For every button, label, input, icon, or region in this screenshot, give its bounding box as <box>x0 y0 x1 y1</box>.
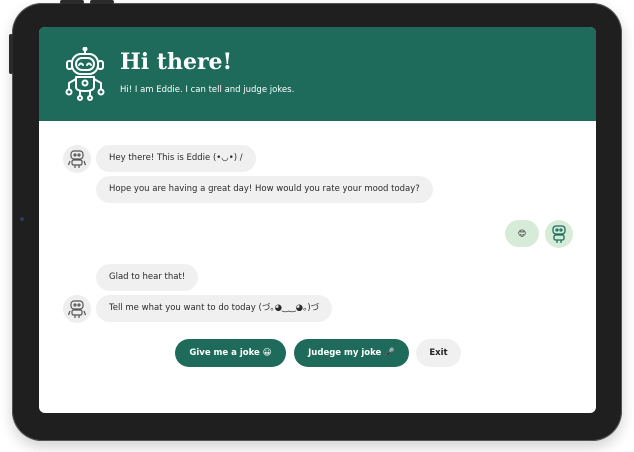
robot-icon <box>68 150 86 168</box>
page-subtitle: Hi! I am Eddie. I can tell and judge jok… <box>120 85 295 95</box>
exit-button[interactable]: Exit <box>416 339 461 367</box>
robot-icon <box>65 47 105 101</box>
user-avatar <box>545 220 573 248</box>
bot-avatar <box>63 295 91 323</box>
bot-avatar <box>63 145 91 173</box>
robot-icon <box>68 300 86 318</box>
chat-screen: Hi there! Hi! I am Eddie. I can tell and… <box>39 27 596 413</box>
chat-header: Hi there! Hi! I am Eddie. I can tell and… <box>39 27 596 121</box>
tablet-camera <box>20 217 24 221</box>
user-message: 😊 <box>505 220 539 247</box>
bot-message: Tell me what you want to do today (づ｡◕‿‿… <box>96 295 333 322</box>
give-joke-button[interactable]: Give me a joke 😀 <box>175 339 286 367</box>
tablet-top-button <box>60 0 84 4</box>
tablet-top-button <box>90 0 114 4</box>
page-title: Hi there! <box>120 49 233 75</box>
judge-joke-button[interactable]: Judege my joke 🎤 <box>294 339 409 367</box>
bot-message: Hey there! This is Eddie (•◡•) / <box>96 145 256 172</box>
tablet-side-button <box>9 34 13 74</box>
bot-message: Hope you are having a great day! How wou… <box>96 176 433 203</box>
robot-icon <box>552 225 566 243</box>
bot-message: Glad to hear that! <box>96 264 199 291</box>
